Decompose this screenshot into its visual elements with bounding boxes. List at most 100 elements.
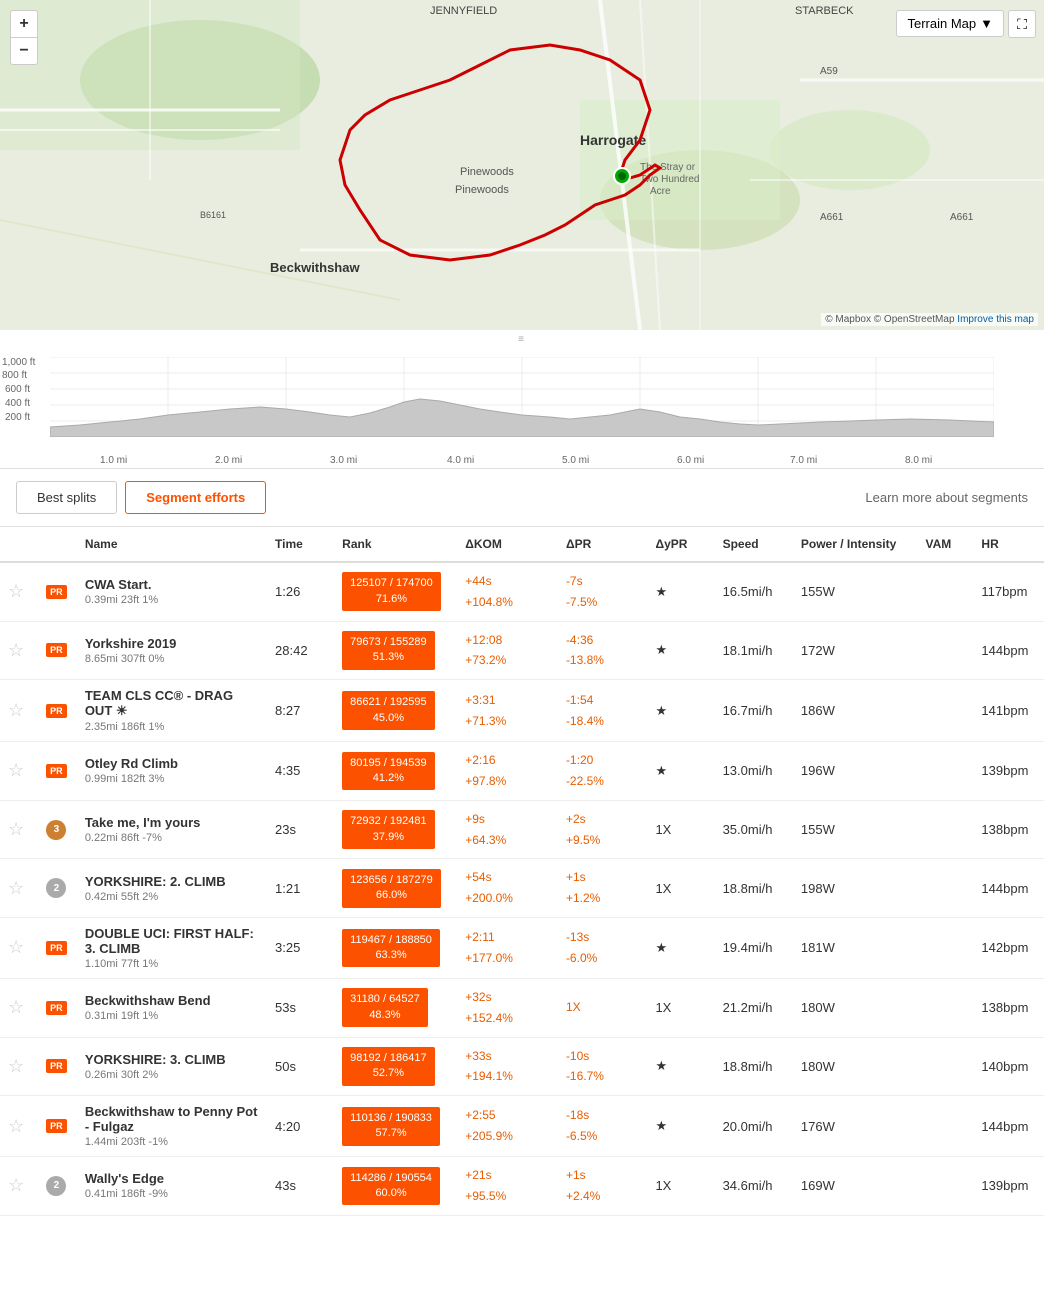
- segment-details: 0.22mi 86ft -7%: [85, 832, 259, 844]
- power-value: 196W: [801, 763, 835, 778]
- rank-cell: 79673 / 15528951.3%: [334, 621, 457, 680]
- power-cell: 181W: [793, 917, 918, 978]
- power-cell: 172W: [793, 621, 918, 680]
- star-icon[interactable]: ☆: [8, 937, 24, 957]
- star-icon[interactable]: ☆: [8, 997, 24, 1017]
- segment-name-cell[interactable]: Take me, I'm yours 0.22mi 86ft -7%: [77, 800, 267, 859]
- rank-badge: 110136 / 19083357.7%: [342, 1107, 440, 1146]
- speed-value: 21.2mi/h: [723, 1000, 773, 1015]
- segment-name-cell[interactable]: Beckwithshaw to Penny Pot - Fulgaz1.44mi…: [77, 1096, 267, 1157]
- segment-name-cell[interactable]: Yorkshire 20198.65mi 307ft 0%: [77, 621, 267, 680]
- hr-value: 144bpm: [981, 881, 1028, 896]
- dpr-value: +2s: [566, 812, 586, 826]
- zoom-in-button[interactable]: +: [11, 11, 37, 37]
- dkom-value: +44s: [465, 574, 491, 588]
- dpr-cell: +2s+9.5%: [558, 800, 648, 859]
- rank-cell: 110136 / 19083357.7%: [334, 1096, 457, 1157]
- time-cell: 28:42: [267, 621, 334, 680]
- segment-details: 0.41mi 186ft -9%: [85, 1188, 259, 1200]
- badge-cell: PR: [36, 621, 77, 680]
- segment-details: 0.42mi 55ft 2%: [85, 891, 259, 903]
- time-cell: 3:25: [267, 917, 334, 978]
- elevation-y-600: 600 ft: [5, 384, 30, 395]
- segment-details: 8.65mi 307ft 0%: [85, 653, 259, 665]
- th-star: [0, 527, 36, 562]
- dkom-cell: +54s+200.0%: [457, 859, 558, 918]
- star-icon[interactable]: ☆: [8, 1175, 24, 1195]
- star-icon[interactable]: ☆: [8, 581, 24, 601]
- elevation-x-6: 6.0 mi: [677, 455, 704, 466]
- dkom-cell: +32s+152.4%: [457, 978, 558, 1037]
- segment-name-cell[interactable]: DOUBLE UCI: FIRST HALF: 3. CLIMB1.10mi 7…: [77, 917, 267, 978]
- power-value: 198W: [801, 881, 835, 896]
- dpr-cell: -1:20-22.5%: [558, 742, 648, 801]
- elevation-chart: [50, 357, 994, 437]
- dkom-pct: +71.3%: [465, 714, 506, 728]
- star-icon[interactable]: ☆: [8, 760, 24, 780]
- map-attribution: © Mapbox © OpenStreetMap Improve this ma…: [821, 313, 1038, 326]
- pr-badge: PR: [46, 585, 67, 599]
- star-icon[interactable]: ☆: [8, 700, 24, 720]
- power-cell: 155W: [793, 562, 918, 621]
- segment-name: Beckwithshaw to Penny Pot - Fulgaz: [85, 1104, 259, 1134]
- dypr-cell: 1X: [647, 978, 714, 1037]
- segment-name-cell[interactable]: CWA Start.0.39mi 23ft 1%: [77, 562, 267, 621]
- star-icon[interactable]: ☆: [8, 640, 24, 660]
- star-icon[interactable]: ☆: [8, 1056, 24, 1076]
- dkom-pct: +194.1%: [465, 1069, 513, 1083]
- tab-best-splits[interactable]: Best splits: [16, 481, 117, 514]
- segment-name-cell[interactable]: YORKSHIRE: 3. CLIMB0.26mi 30ft 2%: [77, 1037, 267, 1096]
- segment-name-cell[interactable]: YORKSHIRE: 2. CLIMB0.42mi 55ft 2%: [77, 859, 267, 918]
- hr-value: 140bpm: [981, 1059, 1028, 1074]
- speed-value: 34.6mi/h: [723, 1178, 773, 1193]
- dypr-cell: 1X: [647, 859, 714, 918]
- map-section: Harrogate Beckwithshaw Pinewoods Pinewoo…: [0, 0, 1044, 330]
- segment-name-cell[interactable]: Otley Rd Climb0.99mi 182ft 3%: [77, 742, 267, 801]
- pr-badge: PR: [46, 643, 67, 657]
- segment-name-cell[interactable]: Beckwithshaw Bend0.31mi 19ft 1%: [77, 978, 267, 1037]
- table-row: ☆2Wally's Edge0.41mi 186ft -9%43s114286 …: [0, 1157, 1044, 1216]
- hr-cell: 140bpm: [973, 1037, 1044, 1096]
- map-type-button[interactable]: Terrain Map ▼: [896, 10, 1004, 37]
- dkom-cell: +2:16+97.8%: [457, 742, 558, 801]
- hr-cell: 117bpm: [973, 562, 1044, 621]
- vam-cell: [917, 562, 973, 621]
- svg-text:JENNYFIELD: JENNYFIELD: [430, 5, 497, 17]
- table-row: ☆ PR Yorkshire 20198.65mi 307ft 0%28:42796…: [0, 621, 1044, 680]
- svg-text:The Stray or: The Stray or: [640, 162, 696, 173]
- map-fullscreen-button[interactable]: ⛶: [1008, 10, 1036, 38]
- dypr-cell: 1X: [647, 1157, 714, 1216]
- dkom-cell: +9s+64.3%: [457, 800, 558, 859]
- speed-cell: 16.7mi/h: [715, 680, 793, 742]
- dkom-pct: +200.0%: [465, 891, 513, 905]
- star-icon[interactable]: ☆: [8, 878, 24, 898]
- segment-details: 0.31mi 19ft 1%: [85, 1010, 259, 1022]
- time-cell: 4:20: [267, 1096, 334, 1157]
- zoom-out-button[interactable]: −: [11, 38, 37, 64]
- drag-handle[interactable]: ≡: [0, 330, 1044, 349]
- time-cell: 1:21: [267, 859, 334, 918]
- power-cell: 180W: [793, 978, 918, 1037]
- segment-details: 2.35mi 186ft 1%: [85, 721, 259, 733]
- star-icon[interactable]: ☆: [8, 1116, 24, 1136]
- learn-more-link[interactable]: Learn more about segments: [865, 490, 1028, 505]
- power-cell: 196W: [793, 742, 918, 801]
- segment-name-cell[interactable]: Wally's Edge0.41mi 186ft -9%: [77, 1157, 267, 1216]
- map-type-label: Terrain Map: [907, 16, 976, 31]
- speed-cell: 13.0mi/h: [715, 742, 793, 801]
- dpr-cell: -4:36-13.8%: [558, 621, 648, 680]
- hr-value: 141bpm: [981, 703, 1028, 718]
- segment-name: Take me, I'm yours: [85, 815, 259, 830]
- improve-map-link[interactable]: Improve this map: [957, 314, 1034, 325]
- dkom-value: +12:08: [465, 633, 502, 647]
- dkom-value: +3:31: [465, 693, 495, 707]
- tab-segment-efforts[interactable]: Segment efforts: [125, 481, 266, 514]
- star-icon[interactable]: ☆: [8, 819, 24, 839]
- segment-details: 0.39mi 23ft 1%: [85, 594, 259, 606]
- segment-name-cell[interactable]: TEAM CLS CC® - DRAG OUT ☀2.35mi 186ft 1%: [77, 680, 267, 742]
- dpr-value: -10s: [566, 1049, 589, 1063]
- dkom-pct: +205.9%: [465, 1129, 513, 1143]
- dpr-pct: -13.8%: [566, 653, 604, 667]
- power-value: 180W: [801, 1059, 835, 1074]
- rank-badge: 79673 / 15528951.3%: [342, 631, 434, 670]
